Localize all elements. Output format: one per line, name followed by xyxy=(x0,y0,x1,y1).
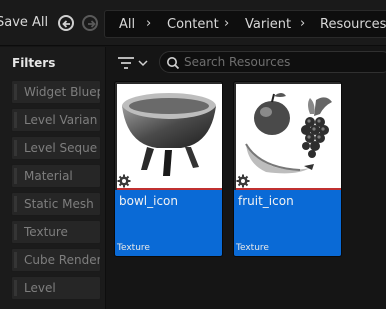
asset-view: bowl_icon Texture xyxy=(107,47,386,309)
filter-label: Level xyxy=(24,281,56,295)
filter-label: Level Varian xyxy=(24,113,98,127)
asset-thumbnail xyxy=(117,84,222,188)
breadcrumb: All › Content › Varient › Resources xyxy=(104,10,386,38)
filter-texture[interactable]: Texture xyxy=(11,220,101,244)
asset-info: fruit_icon Texture xyxy=(234,190,341,256)
breadcrumb-separator-icon: › xyxy=(224,16,230,31)
filter-widget-blueprint[interactable]: Widget Bluep xyxy=(11,80,101,104)
search-icon xyxy=(167,57,180,70)
breadcrumb-separator-icon: › xyxy=(146,16,152,31)
filter-checkbox[interactable] xyxy=(14,196,17,212)
asset-name: fruit_icon xyxy=(238,194,294,208)
filter-level-variant[interactable]: Level Varian xyxy=(11,108,101,132)
filter-icon xyxy=(118,57,148,69)
filter-checkbox[interactable] xyxy=(14,140,17,156)
asset-type: Texture xyxy=(117,243,150,253)
filter-static-mesh[interactable]: Static Mesh xyxy=(11,192,101,216)
filter-checkbox[interactable] xyxy=(14,280,17,296)
filter-label: Texture xyxy=(24,225,68,239)
gear-badge-icon xyxy=(236,174,250,188)
filter-checkbox[interactable] xyxy=(14,224,17,240)
top-toolbar: Save All All › Content › Varient › Resou… xyxy=(0,0,386,46)
filter-cube-render-target[interactable]: Cube Render xyxy=(11,248,101,272)
asset-name: bowl_icon xyxy=(119,194,178,208)
filter-checkbox[interactable] xyxy=(14,168,17,184)
filter-label: Level Seque xyxy=(24,141,98,155)
asset-thumbnail xyxy=(236,84,341,188)
asset-info: bowl_icon Texture xyxy=(115,190,222,256)
gear-badge-icon xyxy=(117,174,131,188)
forward-button[interactable] xyxy=(82,15,98,31)
filters-panel: Filters Widget Bluep Level Varian Level … xyxy=(0,47,106,309)
save-all-button[interactable]: Save All xyxy=(0,15,48,30)
breadcrumb-item-content[interactable]: Content xyxy=(167,17,219,32)
filter-label: Static Mesh xyxy=(24,197,94,211)
fruit-icon xyxy=(245,93,332,174)
back-button[interactable] xyxy=(58,15,74,31)
filter-checkbox[interactable] xyxy=(14,84,17,100)
filter-checkbox[interactable] xyxy=(14,252,17,268)
bowl-icon xyxy=(122,93,216,176)
filter-label: Material xyxy=(24,169,73,183)
asset-type: Texture xyxy=(236,243,269,253)
arrow-left-icon xyxy=(62,20,70,28)
asset-tile-bowl-icon[interactable]: bowl_icon Texture xyxy=(114,81,223,257)
filter-dropdown-button[interactable] xyxy=(115,53,159,75)
breadcrumb-item-varient[interactable]: Varient xyxy=(245,17,291,32)
breadcrumb-item-resources[interactable]: Resources xyxy=(320,17,386,32)
filter-checkbox[interactable] xyxy=(14,112,17,128)
filter-label: Widget Bluep xyxy=(24,85,101,99)
arrow-right-icon xyxy=(88,20,96,28)
search-box[interactable] xyxy=(159,51,386,73)
filters-title: Filters xyxy=(12,56,56,70)
filter-label: Cube Render xyxy=(24,253,101,267)
filter-level[interactable]: Level xyxy=(11,276,101,300)
filter-level-sequence[interactable]: Level Seque xyxy=(11,136,101,160)
breadcrumb-separator-icon: › xyxy=(300,16,306,31)
asset-tile-fruit-icon[interactable]: fruit_icon Texture xyxy=(233,81,342,257)
search-input[interactable] xyxy=(184,54,384,70)
filter-material[interactable]: Material xyxy=(11,164,101,188)
breadcrumb-item-all[interactable]: All xyxy=(119,17,135,32)
